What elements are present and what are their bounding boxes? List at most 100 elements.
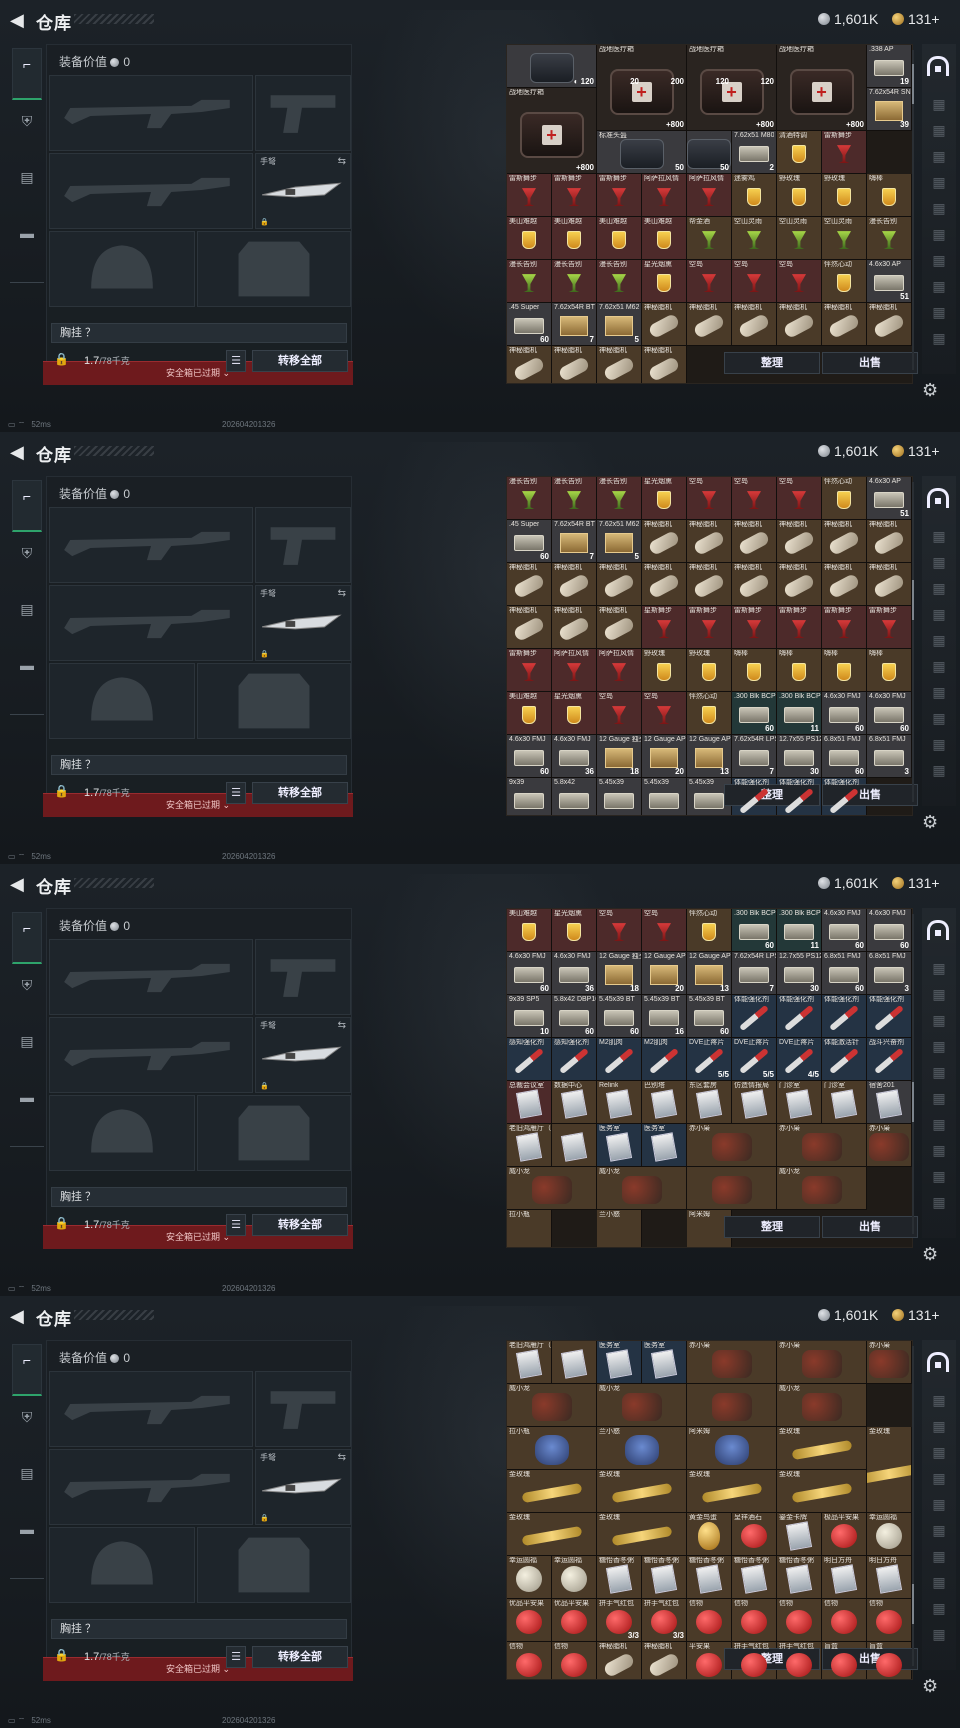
armor-slot[interactable] <box>197 1095 351 1171</box>
inventory-item[interactable]: 7.62x54R BT 7 <box>552 303 597 346</box>
inventory-item[interactable]: 4.6x30 AP 51 <box>867 260 912 303</box>
inventory-item[interactable]: DVE止疼片 5/5 <box>687 1038 732 1081</box>
storage-tab-icon[interactable]: ▦ <box>926 204 952 222</box>
inventory-item[interactable]: 阿萨拉风情 <box>597 649 642 692</box>
inventory-item[interactable]: 威小龙 <box>597 1384 687 1427</box>
storage-tab-icon[interactable]: ▦ <box>926 636 952 654</box>
inventory-item[interactable]: 幸运圆福 <box>867 1513 912 1556</box>
inventory-item[interactable]: 感知强化剂 <box>552 1038 597 1081</box>
storage-tab-icon[interactable]: ▦ <box>926 308 952 326</box>
inventory-item[interactable]: 神秘脂机 <box>597 606 642 649</box>
inventory-item[interactable]: 拼手气红包 3/3 <box>597 1599 642 1642</box>
inventory-item[interactable]: Relink <box>597 1081 642 1124</box>
inventory-item[interactable]: 神秘脂机 <box>822 520 867 563</box>
inventory-item[interactable]: 空山灵雨 <box>732 217 777 260</box>
storage-tab-icon[interactable]: ▦ <box>926 584 952 602</box>
list-view-button[interactable]: ☰ <box>226 350 246 372</box>
storage-tab-icon[interactable]: ▦ <box>926 282 952 300</box>
inventory-item[interactable]: 黄金鸟蛋 <box>687 1513 732 1556</box>
swap-icon[interactable]: ⇆ <box>338 588 346 599</box>
inventory-item[interactable]: 神秘脂机 <box>687 563 732 606</box>
inventory-item[interactable]: 雷斯舞步 <box>552 174 597 217</box>
sort-button[interactable]: 整理 <box>724 1216 820 1238</box>
inventory-item[interactable]: 神秘脂机 <box>552 346 597 383</box>
storage-tab-icon[interactable]: ▦ <box>926 1068 952 1086</box>
storage-tab-icon[interactable]: ▦ <box>926 1604 952 1622</box>
inventory-item[interactable]: 怦然心动 <box>687 909 732 952</box>
secondary-weapon-slot[interactable] <box>49 1449 253 1525</box>
primary-weapon-slot[interactable] <box>49 75 253 151</box>
inventory-item[interactable]: 阿米姆 <box>687 1427 777 1470</box>
inventory-item[interactable]: 9x39 <box>507 778 552 815</box>
gear-icon[interactable]: ⚙ <box>922 1244 938 1265</box>
inventory-item[interactable]: 美山难越 <box>642 217 687 260</box>
primary-weapon-slot[interactable] <box>49 1371 253 1447</box>
inventory-item[interactable]: 兰小惑 <box>597 1427 687 1470</box>
inventory-item[interactable]: 星光烟熏 <box>552 909 597 952</box>
armor-tab-icon[interactable]: ⛨ <box>12 538 42 568</box>
inventory-item[interactable]: 神秘脂机 <box>687 303 732 346</box>
inventory-item[interactable]: 7.62x51 M80 2 <box>732 131 777 174</box>
inventory-item[interactable]: 兰小惑 <box>597 1210 642 1247</box>
storage-tab-icon[interactable]: ▦ <box>926 532 952 550</box>
inventory-item[interactable]: 金玫瑰 <box>507 1513 597 1556</box>
storage-tab-icon[interactable]: ▦ <box>926 1120 952 1138</box>
inventory-item[interactable]: 赤小枭 <box>687 1341 777 1384</box>
inventory-item[interactable]: 美山难越 <box>552 217 597 260</box>
inventory-item[interactable]: 老旧鸿雁厅（仿制） <box>507 1124 552 1167</box>
warehouse-icon[interactable] <box>927 488 949 508</box>
storage-tab-icon[interactable]: ▦ <box>926 1016 952 1034</box>
inventory-item[interactable]: 神秘脂机 <box>642 346 687 383</box>
inventory-item[interactable]: 糖怡香冬粥 <box>642 1556 687 1599</box>
inventory-item[interactable]: 野玫瑰 <box>822 174 867 217</box>
inventory-item[interactable]: 神秘脂机 <box>777 563 822 606</box>
pistol-slot[interactable] <box>255 75 351 151</box>
inventory-item[interactable]: 清酒特调 <box>777 131 822 174</box>
inventory-item[interactable]: 优品平安果 <box>507 1599 552 1642</box>
inventory-item[interactable]: 神秘脂机 <box>597 563 642 606</box>
inventory-item[interactable]: 威小龙 <box>507 1384 597 1427</box>
inventory-item[interactable]: 战地医疗箱 +800 <box>777 45 867 131</box>
inventory-item[interactable]: 7.62x54R SNB 39 <box>867 88 912 131</box>
inventory-item[interactable]: 神秘脂机 <box>642 1642 687 1679</box>
warehouse-grid[interactable]: 老旧鸿雁厅（仿制） 医务室 医务室 赤小枭 赤小枭 赤小枭威小龙 威小龙 威小龙拉小瓶 兰小惑 阿… <box>506 1340 913 1680</box>
storage-tab-icon[interactable]: ▦ <box>926 152 952 170</box>
vest-slot[interactable]: 胸挂 ？ <box>51 323 347 343</box>
inventory-item[interactable]: 信物 <box>777 1599 822 1642</box>
inventory-item[interactable]: 体能强化剂 <box>732 995 777 1038</box>
inventory-item[interactable]: 神秘脂机 <box>732 563 777 606</box>
inventory-item[interactable]: 神秘脂机 <box>507 346 552 383</box>
inventory-item[interactable]: .300 Blk BCP FMJ 60 <box>732 692 777 735</box>
inventory-item[interactable]: 幸运圆福 <box>507 1556 552 1599</box>
inventory-item[interactable]: 空岛 <box>642 692 687 735</box>
storage-tab-icon[interactable]: ▦ <box>926 1422 952 1440</box>
melee-slot[interactable]: 手弩 ⇆ 🔒 <box>255 153 351 229</box>
inventory-item[interactable]: 巴别塔 <box>642 1081 687 1124</box>
inventory-item[interactable]: 雷斯舞步 <box>732 606 777 649</box>
gold-currency[interactable]: 131+ <box>892 875 940 891</box>
inventory-item[interactable]: 嗨棒 <box>822 649 867 692</box>
inventory-item[interactable]: 神秘脂机 <box>642 563 687 606</box>
storage-tab-icon[interactable]: ▦ <box>926 766 952 784</box>
inventory-item[interactable]: 4.6x30 FMJ 60 <box>822 909 867 952</box>
clipboard-tab-icon[interactable]: ▤ <box>12 1026 42 1056</box>
storage-tab-icon[interactable]: ▦ <box>926 100 952 118</box>
inventory-item[interactable] <box>552 1124 597 1167</box>
armor-tab-icon[interactable]: ⛨ <box>12 106 42 136</box>
inventory-item[interactable]: 体能强化剂 <box>777 995 822 1038</box>
helmet-slot[interactable] <box>49 1095 195 1171</box>
inventory-item[interactable]: 野玫瑰 <box>777 174 822 217</box>
inventory-item[interactable]: 4.6x30 FMJ 36 <box>552 952 597 995</box>
inventory-item[interactable]: 9x39 SP5 10 <box>507 995 552 1038</box>
inventory-item[interactable]: 战斗兴奋剂 <box>867 1038 912 1081</box>
inventory-item[interactable]: 威小龙 <box>777 1384 867 1427</box>
inventory-item[interactable]: 信物 <box>732 1599 777 1642</box>
inventory-item[interactable]: 怦然心动 <box>822 260 867 303</box>
inventory-item[interactable]: 体能强化剂 <box>867 995 912 1038</box>
inventory-item[interactable]: 5.45x39 <box>597 778 642 815</box>
inventory-item[interactable]: M2肌肉 <box>597 1038 642 1081</box>
inventory-item[interactable]: 神秘脂机 <box>552 606 597 649</box>
inventory-item[interactable] <box>552 1341 597 1384</box>
swap-icon[interactable]: ⇆ <box>338 1020 346 1031</box>
scrollbar-track[interactable] <box>912 914 914 1234</box>
